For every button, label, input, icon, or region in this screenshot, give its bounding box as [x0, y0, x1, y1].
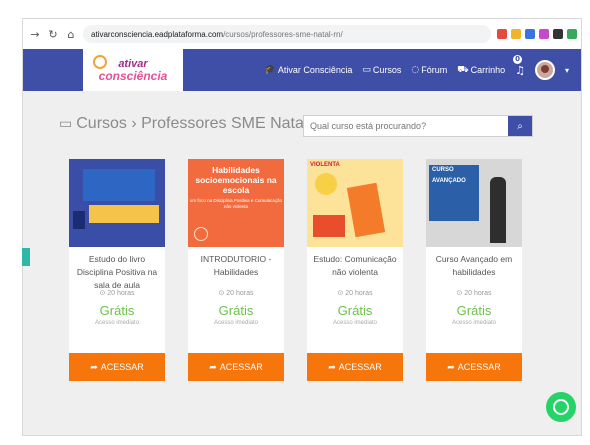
thumbnail-shape	[346, 182, 386, 238]
graduation-icon: 🎓	[264, 65, 276, 75]
course-title[interactable]: Estudo: Comunicação não violenta	[307, 247, 403, 283]
bell-icon: ♫	[515, 63, 525, 77]
browser-window: → ↻ ⌂ ativarconsciencia.eadplataforma.co…	[22, 18, 582, 436]
laptop-icon: ▭	[362, 65, 371, 75]
course-price: Grátis	[99, 303, 135, 318]
forward-icon[interactable]: →	[29, 28, 41, 41]
search-input[interactable]	[304, 116, 508, 136]
nav-link-label: Ativar Consciência	[277, 65, 353, 75]
course-card[interactable]: CURSO AVANÇADO Curso Avançado em habilid…	[426, 159, 522, 381]
side-feedback-tab[interactable]	[22, 248, 30, 266]
search-button[interactable]: ⌕	[508, 116, 532, 136]
thumbnail-subtitle: um foco na Disciplina Positiva e Comunic…	[189, 198, 283, 209]
user-avatar[interactable]	[534, 60, 555, 80]
access-button[interactable]: ➦ ACESSAR	[69, 353, 165, 381]
course-price: Grátis	[218, 303, 254, 318]
logo-text-top: ativar	[118, 57, 148, 70]
nav-links: 🎓 Ativar Consciência ▭ Cursos ◌ Fórum ⛟ …	[265, 54, 581, 80]
nav-link-label: Fórum	[421, 65, 448, 75]
extension-icon[interactable]	[567, 29, 577, 39]
thumbnail-shape	[83, 169, 155, 201]
cart-icon: ⛟	[457, 64, 469, 75]
logo-heart-icon	[93, 55, 107, 69]
arrow-icon: ➦	[447, 361, 455, 372]
access-button-label: ACESSAR	[100, 362, 144, 372]
nav-link-label: Cursos	[372, 65, 402, 75]
extension-icon[interactable]	[539, 29, 549, 39]
thumbnail-label: CURSO	[432, 167, 454, 173]
course-access: Acesso imediato	[451, 320, 497, 326]
course-access: Acesso imediato	[332, 320, 378, 326]
nav-link-carrinho[interactable]: ⛟ Carrinho	[457, 65, 505, 76]
nav-link-label: Carrinho	[470, 65, 506, 75]
whatsapp-icon	[553, 399, 569, 415]
notifications-button[interactable]: 0 ♫	[513, 54, 525, 77]
course-thumbnail[interactable]: Habilidades socioemocionais na escola um…	[188, 159, 284, 247]
search-icon: ⌕	[517, 120, 523, 132]
lightbulb-icon	[194, 227, 208, 241]
extension-icon[interactable]	[497, 29, 507, 39]
access-button-label: ACESSAR	[457, 362, 501, 372]
site-navbar: ativar consciência 🎓 Ativar Consciência …	[23, 49, 581, 91]
site-logo[interactable]: ativar consciência	[83, 49, 183, 91]
notification-badge: 0	[513, 54, 523, 64]
whatsapp-button[interactable]	[546, 392, 576, 422]
course-hours: ⊙ 20 horas	[218, 290, 254, 297]
forum-icon: ◌	[411, 65, 420, 75]
access-button-label: ACESSAR	[219, 362, 263, 372]
thumbnail-shape	[315, 173, 337, 195]
thumbnail-shape	[313, 215, 345, 237]
page-heading: ▭ Cursos › Professores SME Natal RN	[59, 115, 335, 133]
course-price: Grátis	[337, 303, 373, 318]
thumbnail-label: AVANÇADO	[432, 178, 466, 184]
course-card[interactable]: Estudo do livro Disciplina Positiva na s…	[69, 159, 165, 381]
access-button[interactable]: ➦ ACESSAR	[188, 353, 284, 381]
reload-icon[interactable]: ↻	[47, 28, 59, 41]
course-access: Acesso imediato	[94, 320, 140, 326]
extension-icon[interactable]	[553, 29, 563, 39]
course-thumbnail[interactable]: CURSO AVANÇADO	[426, 159, 522, 247]
arrow-icon: ➦	[328, 361, 336, 372]
course-search: ⌕	[303, 115, 533, 137]
arrow-icon: ➦	[90, 361, 98, 372]
thumbnail-headline: Habilidades socioemocionais na escola	[195, 165, 277, 195]
page-title: Cursos › Professores SME Natal RN	[76, 115, 335, 132]
thumbnail-label-box: CURSO AVANÇADO	[429, 165, 479, 221]
address-bar[interactable]: ativarconsciencia.eadplataforma.com /cur…	[83, 25, 491, 43]
thumbnail-shape	[73, 211, 85, 229]
course-card[interactable]: Habilidades socioemocionais na escola um…	[188, 159, 284, 381]
access-button[interactable]: ➦ ACESSAR	[426, 353, 522, 381]
url-host: ativarconsciencia.eadplataforma.com	[91, 29, 224, 39]
home-icon[interactable]: ⌂	[65, 28, 77, 41]
thumbnail-label: VIOLENTA	[310, 162, 340, 168]
nav-link-ativar[interactable]: 🎓 Ativar Consciência	[265, 65, 353, 75]
extensions-bar	[497, 29, 577, 39]
logo-text-bottom: consciência	[98, 68, 168, 83]
course-grid: Estudo do livro Disciplina Positiva na s…	[69, 159, 522, 381]
course-card[interactable]: VIOLENTA Estudo: Comunicação não violent…	[307, 159, 403, 381]
arrow-icon: ➦	[209, 361, 217, 372]
nav-link-forum[interactable]: ◌ Fórum	[411, 65, 447, 75]
course-thumbnail[interactable]	[69, 159, 165, 247]
course-hours: ⊙ 20 horas	[337, 290, 373, 297]
extension-icon[interactable]	[525, 29, 535, 39]
extension-icon[interactable]	[511, 29, 521, 39]
course-thumbnail[interactable]: VIOLENTA	[307, 159, 403, 247]
thumbnail-person	[490, 177, 506, 243]
course-title[interactable]: INTRODUTORIO - Habilidades	[188, 247, 284, 283]
chevron-down-icon[interactable]: ▾	[565, 66, 569, 75]
access-button-label: ACESSAR	[338, 362, 382, 372]
thumbnail-shape	[89, 205, 159, 223]
course-hours: ⊙ 20 horas	[456, 290, 492, 297]
course-access: Acesso imediato	[213, 320, 259, 326]
course-title[interactable]: Curso Avançado em habilidades	[426, 247, 522, 283]
access-button[interactable]: ➦ ACESSAR	[307, 353, 403, 381]
url-path: /cursos/professores-sme-natal-rn/	[223, 29, 343, 39]
laptop-icon: ▭	[59, 116, 73, 132]
course-title[interactable]: Estudo do livro Disciplina Positiva na s…	[69, 247, 165, 290]
course-hours: ⊙ 20 horas	[99, 290, 135, 297]
browser-toolbar: → ↻ ⌂ ativarconsciencia.eadplataforma.co…	[23, 19, 581, 49]
course-price: Grátis	[456, 303, 492, 318]
nav-link-cursos[interactable]: ▭ Cursos	[362, 65, 401, 75]
